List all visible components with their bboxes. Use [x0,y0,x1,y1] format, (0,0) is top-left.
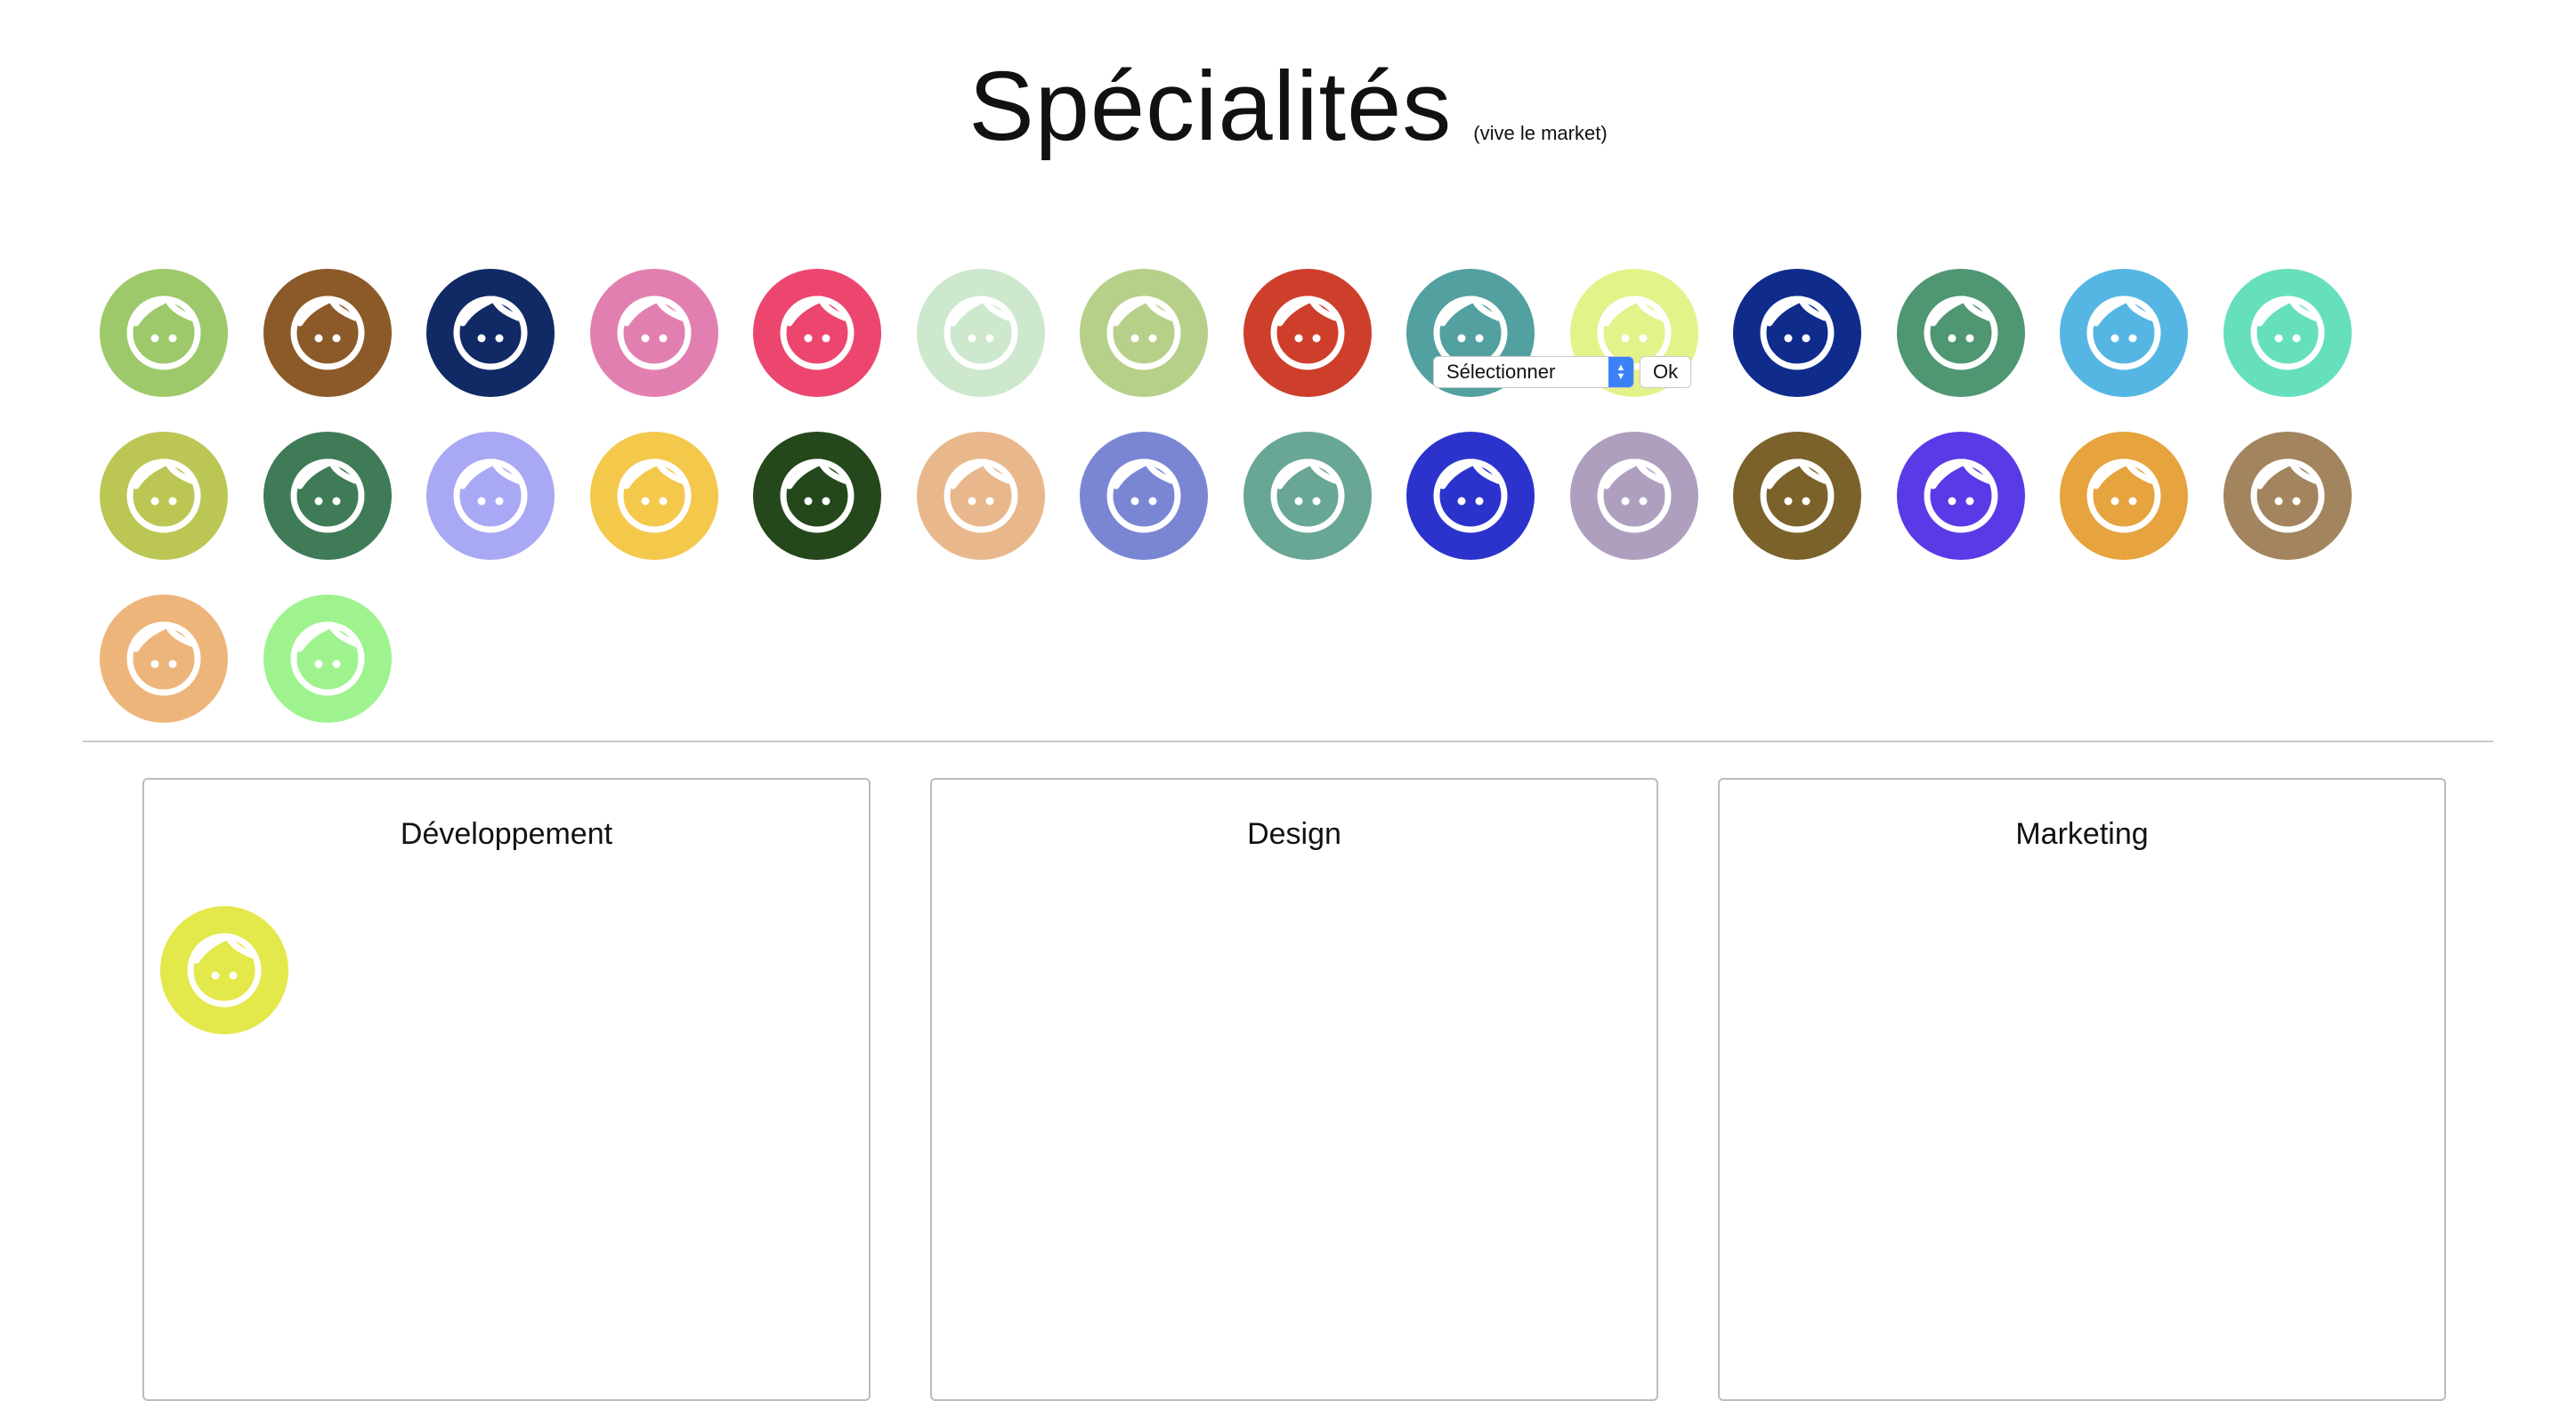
avatar[interactable] [1896,269,2025,397]
face-icon [126,296,201,370]
face-icon [290,296,364,370]
face-icon [290,621,364,696]
column-title: Développement [400,817,613,851]
avatar[interactable] [100,269,228,397]
face-icon [780,296,855,370]
column-marketing[interactable]: Marketing [1718,778,2446,1401]
face-icon [2250,458,2324,533]
avatar[interactable] [1569,432,1698,560]
face-icon [1106,458,1181,533]
page-header: Spécialités (vive le market) [0,50,2576,163]
avatar[interactable] [2223,432,2352,560]
avatar[interactable] [1406,432,1535,560]
avatar[interactable] [916,269,1045,397]
divider [83,741,2493,742]
face-icon [453,458,528,533]
face-icon [1597,458,1671,533]
face-icon [617,458,691,533]
face-icon [944,458,1017,533]
avatar[interactable] [1733,269,1861,397]
face-icon [126,458,201,533]
avatar[interactable] [100,595,228,723]
specialty-selector: Sélectionner ▲ ▼ Ok [1433,356,1692,388]
avatar[interactable] [263,595,392,723]
face-icon [2086,458,2161,533]
face-icon [1433,458,1508,533]
avatar[interactable] [589,432,718,560]
avatar[interactable] [753,432,881,560]
avatar[interactable] [589,269,718,397]
column-developpement[interactable]: Développement [142,778,871,1401]
face-icon [617,296,691,370]
avatar[interactable] [160,906,288,1034]
face-icon [780,458,855,533]
avatar[interactable] [753,269,881,397]
specialty-select[interactable]: Sélectionner ▲ ▼ [1433,356,1634,388]
avatar[interactable] [426,269,555,397]
column-title: Design [1247,817,1341,851]
avatar[interactable] [2060,432,2188,560]
avatar[interactable] [100,432,228,560]
avatar[interactable] [2223,269,2352,397]
avatar[interactable] [1243,432,1372,560]
face-icon [290,458,364,533]
avatar[interactable] [1896,432,2025,560]
face-icon [2086,296,2161,370]
avatar[interactable] [916,432,1045,560]
face-icon [1270,296,1344,370]
avatar[interactable] [1080,432,1208,560]
avatar[interactable] [263,269,392,397]
ok-button[interactable]: Ok [1640,356,1692,388]
column-title: Marketing [2015,817,2149,851]
face-icon [453,296,528,370]
face-icon [1760,296,1835,370]
select-arrows-icon: ▲ ▼ [1608,357,1633,387]
avatar[interactable] [426,432,555,560]
avatar[interactable] [1243,269,1372,397]
column-design[interactable]: Design [930,778,1658,1401]
face-icon [1106,296,1181,370]
face-icon [1270,458,1344,533]
specialty-select-value: Sélectionner [1446,360,1556,383]
face-icon [1760,458,1835,533]
avatar[interactable] [263,432,392,560]
avatar[interactable] [1080,269,1208,397]
face-icon [1924,458,1997,533]
face-icon [944,296,1017,370]
avatar[interactable] [2060,269,2188,397]
face-icon [1924,296,1997,370]
avatar[interactable] [1733,432,1861,560]
face-icon [2250,296,2324,370]
face-icon [126,621,201,696]
face-icon [187,933,262,1008]
page-title: Spécialités [968,52,1453,161]
page-subtitle: (vive le market) [1473,122,1608,144]
